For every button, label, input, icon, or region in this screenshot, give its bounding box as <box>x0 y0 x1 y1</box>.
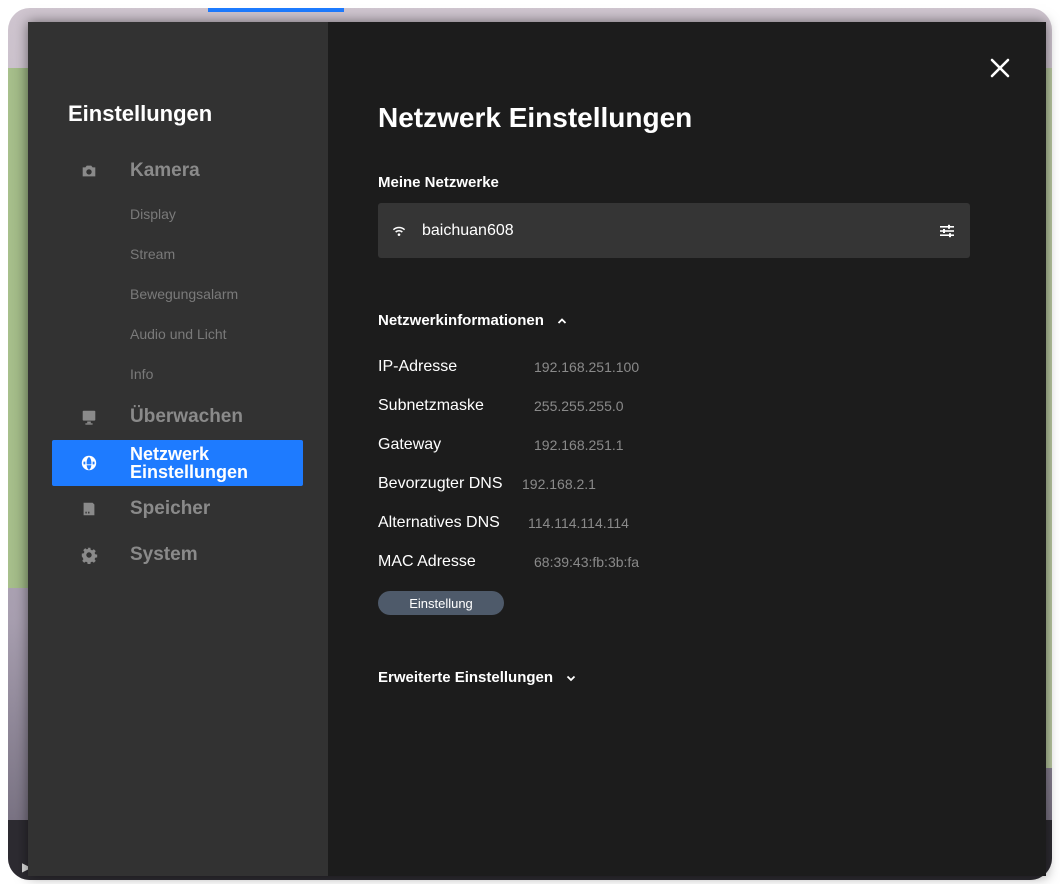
network-info-table: IP-Adresse 192.168.251.100 Subnetzmaske … <box>378 347 1046 581</box>
sidebar-subitem-audio-und-licht[interactable]: Audio und Licht <box>28 314 328 354</box>
settings-nav: Kamera Display Stream Bewegungsalarm Aud… <box>28 148 328 578</box>
close-button[interactable] <box>988 56 1012 80</box>
sliders-icon[interactable] <box>938 222 956 240</box>
info-key: Bevorzugter DNS <box>378 474 503 492</box>
settings-dialog: Einstellungen Kamera Display Stream Bewe… <box>28 22 1046 876</box>
sidebar-item-system[interactable]: System <box>28 532 328 578</box>
sidebar-item-ueberwachen[interactable]: Überwachen <box>28 394 328 440</box>
gear-icon <box>28 546 130 564</box>
page-title: Netzwerk Einstellungen <box>378 102 693 133</box>
info-key: MAC Adresse <box>378 552 476 570</box>
storage-icon <box>28 500 130 518</box>
advanced-settings-label: Erweiterte Einstellungen <box>378 669 554 686</box>
sidebar-item-label: Speicher <box>130 498 211 519</box>
network-info-label: Netzwerkinformationen <box>378 312 544 329</box>
network-info-toggle[interactable]: Netzwerkinformationen <box>378 312 1046 329</box>
info-key: Alternatives DNS <box>378 513 500 531</box>
info-value: 192.168.2.1 <box>522 475 596 492</box>
einstellung-button[interactable]: Einstellung <box>378 591 504 615</box>
info-value: 114.114.114.114 <box>528 514 629 531</box>
info-value: 192.168.251.1 <box>534 436 624 453</box>
info-row: Subnetzmaske 255.255.255.0 <box>378 386 1046 425</box>
network-name: baichuan608 <box>422 221 514 239</box>
network-info-section: Netzwerkinformationen IP-Adresse 192.168… <box>378 312 1046 615</box>
monitor-icon <box>28 408 130 426</box>
sidebar-subitem-bewegungsalarm[interactable]: Bewegungsalarm <box>28 274 328 314</box>
info-row: Bevorzugter DNS 192.168.2.1 <box>378 464 1046 503</box>
sidebar-item-netzwerk[interactable]: Netzwerk Einstellungen <box>52 440 303 486</box>
settings-content: Netzwerk Einstellungen Meine Netzwerke b… <box>328 22 1046 876</box>
sidebar-item-speicher[interactable]: Speicher <box>28 486 328 532</box>
info-value: 192.168.251.100 <box>534 358 640 375</box>
network-row[interactable]: baichuan608 <box>378 203 970 258</box>
info-row: MAC Adresse 68:39:43:fb:3b:fa <box>378 542 1046 581</box>
sidebar-item-label: System <box>130 544 198 565</box>
chevron-up-icon <box>557 317 566 324</box>
settings-sidebar: Einstellungen Kamera Display Stream Bewe… <box>28 22 328 876</box>
my-networks-label: Meine Netzwerke <box>378 174 499 191</box>
camera-icon <box>28 162 130 180</box>
sidebar-item-label: Netzwerk Einstellungen <box>130 444 249 482</box>
sidebar-item-kamera[interactable]: Kamera <box>28 148 328 194</box>
my-networks-title: Meine Netzwerke <box>378 174 1046 191</box>
chevron-down-icon <box>566 675 576 681</box>
sidebar-item-label: Kamera <box>130 160 200 181</box>
sidebar-subitem-display[interactable]: Display <box>28 194 328 234</box>
info-row: IP-Adresse 192.168.251.100 <box>378 347 1046 386</box>
info-key: IP-Adresse <box>378 357 458 375</box>
info-row: Alternatives DNS 114.114.114.114 <box>378 503 1046 542</box>
info-value: 255.255.255.0 <box>534 397 624 414</box>
wifi-icon <box>392 226 406 236</box>
info-row: Gateway 192.168.251.1 <box>378 425 1046 464</box>
info-key: Subnetzmaske <box>378 396 484 414</box>
sidebar-title: Einstellungen <box>68 101 213 126</box>
sidebar-subitem-info[interactable]: Info <box>28 354 328 394</box>
advanced-settings-toggle[interactable]: Erweiterte Einstellungen <box>378 669 1046 686</box>
background-tab-indicator <box>208 8 344 12</box>
globe-icon <box>52 454 130 472</box>
close-icon <box>990 58 1010 78</box>
info-value: 68:39:43:fb:3b:fa <box>534 553 640 570</box>
info-key: Gateway <box>378 435 442 453</box>
sidebar-subitem-stream[interactable]: Stream <box>28 234 328 274</box>
sidebar-item-label: Überwachen <box>130 406 243 427</box>
